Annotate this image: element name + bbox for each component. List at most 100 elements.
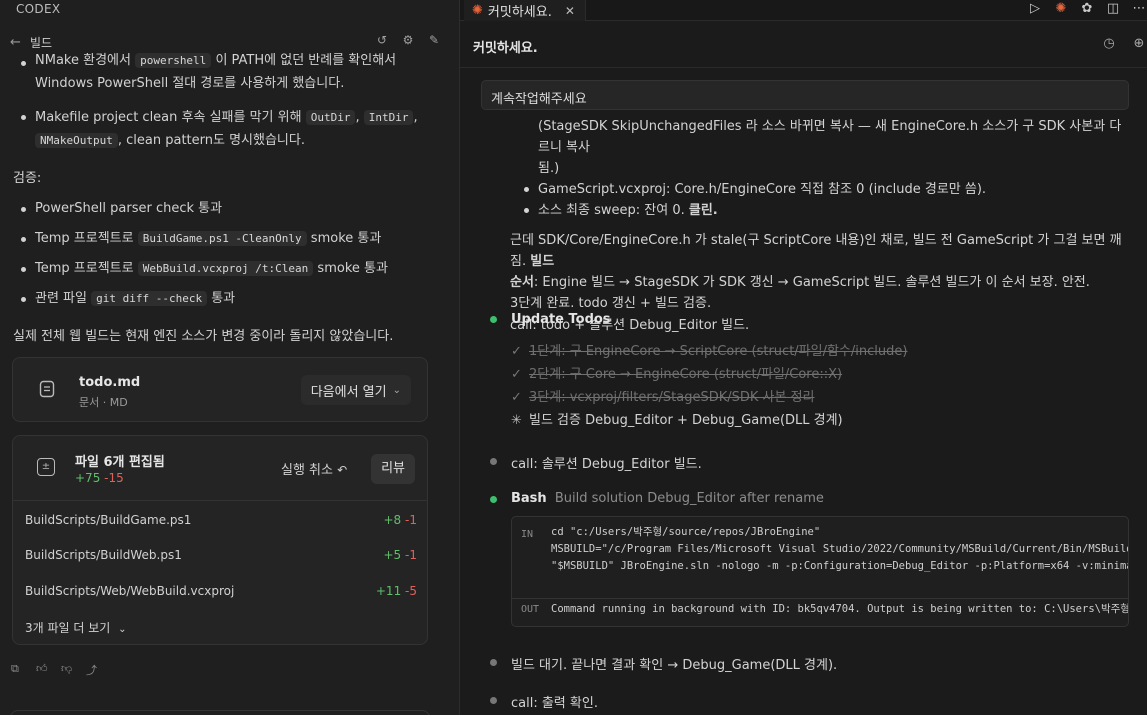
split-view-icon[interactable]: ◫ [1105,1,1121,17]
message-actions: ⧉ 👍︎ 👎︎ ⤴ [11,662,99,677]
asterisk-icon: ✳ [511,413,522,428]
history-icon[interactable]: ↺ [375,33,389,47]
open-with-button[interactable]: 다음에서 열기 ⌄ [300,375,411,405]
file-name: todo.md [79,375,141,390]
list-item: Temp 프로젝트로 BuildGame.ps1 -CleanOnly smok… [13,228,433,250]
todo-item: ✳ 빌드 검증 Debug_Editor + Debug_Game(DLL 경계) [511,413,843,428]
show-more-files-button[interactable]: 3개 파일 더 보기 ⌄ [25,619,127,636]
list-item: GameScript.vcxproj: Core.h/EngineCore 직접… [510,179,1130,200]
file-row[interactable]: BuildScripts/BuildWeb.ps1 +5 -1 [25,548,417,568]
bullet-list-top: NMake 환경에서 powershell 이 PATH에 없던 반례를 확인해… [13,52,433,152]
add-icon[interactable]: ⊕ [1131,36,1147,52]
page-title: 커밋하세요. [473,41,538,56]
divider [460,67,1147,68]
file-card-todo[interactable]: todo.md 문서 · MD 다음에서 열기 ⌄ [12,357,428,422]
header-actions: ◷ ⊕ [1101,36,1147,52]
text-line: (StageSDK SkipUnchangedFiles 라 소스 바뀌면 복사… [538,119,1122,155]
list-item: Temp 프로젝트로 WebBuild.vcxproj /t:Clean smo… [13,258,433,280]
list-item: Makefile project clean 후속 실패를 막기 위해 OutD… [13,106,433,152]
status-line: 빌드 대기. 끝나면 결과 확인 → Debug_Game(DLL 경계). [511,658,838,673]
todo-item: ✓ 2단계: 구 Core → EngineCore (struct/파일/Cor… [511,367,843,382]
close-icon[interactable]: ✕ [565,4,575,18]
command-text: cd "c:/Users/박주형/source/repos/JBroEngine… [551,526,1129,572]
assistant-message: NMake 환경에서 powershell 이 PATH에 없던 반례를 확인해… [13,52,433,348]
chevron-down-icon: ⌄ [118,624,127,635]
spark-icon: ✺ [472,3,483,18]
inline-code: WebBuild.vcxproj /t:Clean [137,261,314,276]
verify-heading: 검증: [13,171,42,186]
clock-icon[interactable]: ◷ [1101,36,1117,52]
verify-list: PowerShell parser check 통과 Temp 프로젝트로 Bu… [13,198,433,310]
tab-bar: ✺ 커밋하세요. ✕ ▷ ✺ ✿ ◫ ⋯ [460,0,1147,21]
undo-button[interactable]: 실행 취소 ↶ [281,459,347,478]
app-title: CODEX [16,2,61,16]
bullet-list: GameScript.vcxproj: Core.h/EngineCore 직접… [510,179,1130,221]
gear-icon[interactable]: ⚙ [401,33,415,47]
text-line: 됨.) [538,161,560,176]
play-icon[interactable]: ▷ [1027,1,1043,17]
list-item: 소스 최종 sweep: 잔여 0. 클린. [510,200,1130,221]
tab-commit[interactable]: ✺ 커밋하세요. ✕ [464,0,586,21]
check-icon: ✓ [511,390,522,405]
openai-icon[interactable]: ✿ [1079,1,1095,17]
update-todos-heading: Update Todos [511,312,611,327]
inline-code: BuildGame.ps1 -CleanOnly [137,231,307,246]
timeline-dot [490,316,497,323]
list-item: PowerShell parser check 통과 [13,198,433,220]
thumbs-down-icon[interactable]: 👎︎ [61,662,74,675]
divider [512,598,1128,599]
undo-icon: ↶ [337,463,348,477]
in-label: IN [521,529,534,540]
thumbs-up-icon[interactable]: 👍︎ [36,662,49,675]
left-panel: CODEX ← 빌드 ↺ ⚙ ✎ NMake 환경에서 powershell 이… [0,0,441,715]
thread-title: 빌드 [30,35,53,50]
diff-totals: +75 -15 [75,471,124,485]
timeline-dot [490,697,497,704]
thread-header-actions: ↺ ⚙ ✎ [375,33,441,47]
call-line: call: 솔루션 Debug_Editor 빌드. [511,457,702,472]
diff-icon: ± [37,458,55,476]
user-message: 계속작업해주세요 [481,80,1129,110]
todo-item: ✓ 1단계: 구 EngineCore → ScriptCore (struct/… [511,344,908,359]
copy-icon[interactable]: ⧉ [11,662,24,675]
gutter [441,0,459,715]
compose-icon[interactable]: ✎ [427,33,441,47]
right-panel: ✺ 커밋하세요. ✕ ▷ ✺ ✿ ◫ ⋯ 커밋하세요. ◷ ⊕ 계속작업해주세요… [460,0,1147,715]
back-arrow-icon[interactable]: ← [10,35,26,50]
timeline-dot [490,458,497,465]
composer-edge[interactable] [10,710,430,715]
bash-step[interactable]: Bash Build solution Debug_Editor after r… [511,491,824,506]
file-row[interactable]: BuildScripts/BuildGame.ps1 +8 -1 [25,513,417,533]
document-icon [39,380,57,400]
check-icon: ✓ [511,344,522,359]
edited-files-card: ± 파일 6개 편집됨 +75 -15 실행 취소 ↶ 리뷰 BuildScri… [12,435,428,645]
fork-icon[interactable]: ⤴ [86,662,99,677]
todo-item: ✓ 3단계: vcxproj/filters/StageSDK/SDK 사본 정리 [511,390,815,405]
spark-icon[interactable]: ✺ [1053,1,1069,17]
review-button[interactable]: 리뷰 [371,454,415,484]
command-box[interactable]: IN cd "c:/Users/박주형/source/repos/JBroEng… [511,516,1129,627]
list-item: 관련 파일 git diff --check 통과 [13,288,433,310]
inline-code: powershell [135,53,212,68]
assistant-response: (StageSDK SkipUnchangedFiles 라 소스 바뀌면 복사… [510,116,1130,336]
summary-text: 실제 전체 웹 빌드는 현재 엔진 소스가 변경 중이라 돌리지 않았습니다. [13,329,394,344]
inline-code: git diff --check [91,291,208,306]
tab-bar-actions: ▷ ✺ ✿ ◫ ⋯ [1027,1,1147,17]
edited-files-title: 파일 6개 편집됨 [75,455,165,470]
out-label: OUT [521,604,540,615]
inline-code: OutDir [305,110,356,125]
timeline-dot [490,659,497,666]
divider [13,500,427,501]
chevron-down-icon: ⌄ [392,384,401,396]
file-row[interactable]: BuildScripts/Web/WebBuild.vcxproj +11 -5 [25,584,417,604]
output-text: Command running in background with ID: b… [551,603,1129,615]
paragraph: 3단계 완료. todo 갱신 + 빌드 검증. [510,296,712,311]
call-line: call: 출력 확인. [511,696,598,711]
more-icon[interactable]: ⋯ [1131,1,1147,17]
paragraph: 근데 SDK/Core/EngineCore.h 가 stale(구 Scrip… [510,233,1122,290]
inline-code: NMakeOutput [35,133,118,148]
file-type: 문서 · MD [79,396,128,409]
check-icon: ✓ [511,367,522,382]
inline-code: IntDir [363,110,414,125]
timeline-dot [490,496,497,503]
